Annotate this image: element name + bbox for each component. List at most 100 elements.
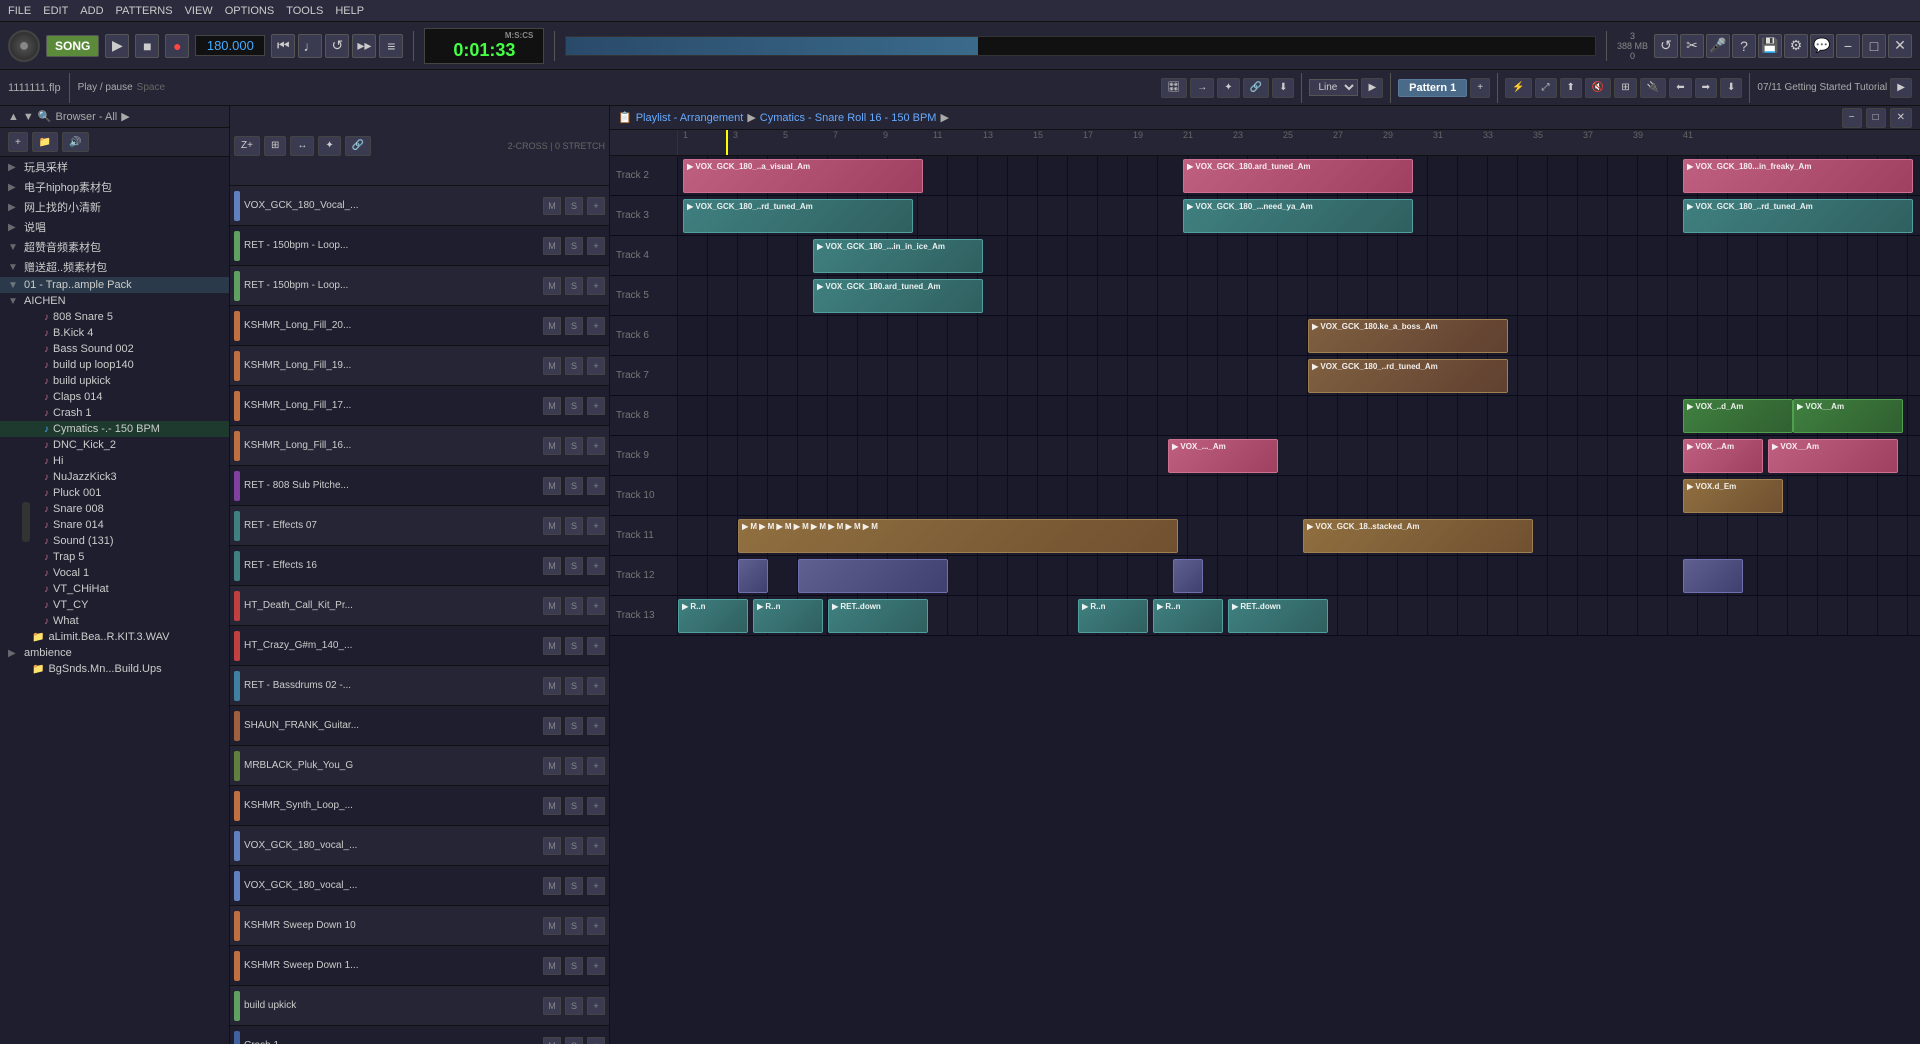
- track-solo-voxv2[interactable]: S: [565, 877, 583, 895]
- track-header-6[interactable]: KSHMR_Long_Fill_17... M S +: [230, 386, 609, 426]
- clip-small-4[interactable]: [1683, 559, 1743, 593]
- track-mute-4[interactable]: M: [543, 317, 561, 335]
- track-solo-voxv1[interactable]: S: [565, 837, 583, 855]
- clip-vox-boss[interactable]: ▶ VOX_GCK_180.ke_a_boss_Am: [1308, 319, 1508, 353]
- arr-track-clips-13[interactable]: ▶ R..n ▶ R..n ▶ RET..down ▶ R..n ▶ R..n: [678, 596, 1920, 635]
- track-header-shaun[interactable]: SHAUN_FRANK_Guitar... M S +: [230, 706, 609, 746]
- track-add-mrblack[interactable]: +: [587, 757, 605, 775]
- track-add-crash[interactable]: +: [587, 1037, 605, 1044]
- track-solo-kshmrsynth[interactable]: S: [565, 797, 583, 815]
- arr-track-clips-6[interactable]: ▶ VOX_GCK_180.ke_a_boss_Am: [678, 316, 1920, 355]
- track-header-ret16[interactable]: RET - Effects 16 M S +: [230, 546, 609, 586]
- cut-btn[interactable]: ✂: [1680, 34, 1704, 58]
- arr-track-clips-4[interactable]: ▶ VOX_GCK_180_...in_in_ice_Am: [678, 236, 1920, 275]
- menu-add[interactable]: ADD: [80, 5, 103, 17]
- chat-btn[interactable]: 💬: [1810, 34, 1834, 58]
- playlist-breadcrumb2[interactable]: Cymatics - Snare Roll 16 - 150 BPM: [760, 112, 937, 124]
- min-btn[interactable]: −: [1836, 34, 1860, 58]
- track-mute-6[interactable]: M: [543, 397, 561, 415]
- clip-ret-r4[interactable]: ▶ R..n: [1153, 599, 1223, 633]
- song-button[interactable]: SONG: [46, 35, 99, 57]
- track-header-7[interactable]: KSHMR_Long_Fill_16... M S +: [230, 426, 609, 466]
- track-header-mrblack[interactable]: MRBLACK_Pluk_You_G M S +: [230, 746, 609, 786]
- track-add-kshmrsynth[interactable]: +: [587, 797, 605, 815]
- track-mute-htdeath[interactable]: M: [543, 597, 561, 615]
- arr-track-clips-9[interactable]: ▶ VOX_..._Am ▶ VOX_..Am ▶ VOX__Am: [678, 436, 1920, 475]
- arr-track-clips-3[interactable]: ▶ VOX_GCK_180_..rd_tuned_Am ▶ VOX_GCK_18…: [678, 196, 1920, 235]
- track-mute-voxv2[interactable]: M: [543, 877, 561, 895]
- down-btn[interactable]: ⬇: [1720, 78, 1742, 98]
- sidebar-item-gift[interactable]: ▼ 赠送超..频素材包: [0, 257, 229, 277]
- track-mute-crash[interactable]: M: [543, 1037, 561, 1044]
- arr-x-btn[interactable]: ✕: [1890, 108, 1912, 128]
- arr-track-clips-11[interactable]: ▶ M ▶ M ▶ M ▶ M ▶ M ▶ M ▶ M ▶ M ▶ VOX_GC…: [678, 516, 1920, 555]
- step-btn[interactable]: ▸▸: [352, 34, 376, 58]
- tutorial-label[interactable]: 07/11 Getting Started Tutorial: [1757, 82, 1887, 93]
- track-header-2[interactable]: RET - 150bpm - Loop... M S +: [230, 226, 609, 266]
- sidebar-item-alimit[interactable]: 📁 aLimit.Bea..R.KIT.3.WAV: [0, 629, 229, 645]
- track-mute-mrblack[interactable]: M: [543, 757, 561, 775]
- sidebar-item-trap[interactable]: ▼ 01 - Trap..ample Pack: [0, 277, 229, 293]
- link-track-btn[interactable]: 🔗: [345, 136, 371, 156]
- sidebar-item-bass-sound[interactable]: ♪ Bass Sound 002: [0, 341, 229, 357]
- track-header-ret07[interactable]: RET - Effects 07 M S +: [230, 506, 609, 546]
- track-add-sweep1[interactable]: +: [587, 957, 605, 975]
- sidebar-arrow[interactable]: ▶: [121, 110, 129, 123]
- clip-vox-ard2[interactable]: ▶ VOX_GCK_180.ard_tuned_Am: [813, 279, 983, 313]
- export-btn[interactable]: ⬆: [1560, 78, 1582, 98]
- track-header-voxv2[interactable]: VOX_GCK_180_vocal_... M S +: [230, 866, 609, 906]
- clip-small-3[interactable]: [1173, 559, 1203, 593]
- clip-ret-r[interactable]: ▶ R..n: [678, 599, 748, 633]
- track-solo-htdeath[interactable]: S: [565, 597, 583, 615]
- line-arrow-btn[interactable]: ▶: [1361, 78, 1383, 98]
- resize-handle[interactable]: [22, 502, 30, 542]
- track-header-build[interactable]: build upkick M S +: [230, 986, 609, 1026]
- sidebar-nav-down[interactable]: ▼: [23, 111, 34, 123]
- tutorial-arrow[interactable]: ▶: [1890, 78, 1912, 98]
- track-mute-ret16[interactable]: M: [543, 557, 561, 575]
- playlist-breadcrumb1[interactable]: Playlist - Arrangement: [636, 112, 744, 124]
- track-solo-ret16[interactable]: S: [565, 557, 583, 575]
- record-button[interactable]: ●: [165, 34, 189, 58]
- mixer-btn[interactable]: 🎛: [1161, 78, 1188, 98]
- plugin-btn[interactable]: ⬇: [1272, 78, 1294, 98]
- restore-btn[interactable]: □: [1862, 34, 1886, 58]
- metronome-btn[interactable]: ♩: [298, 34, 322, 58]
- undo-btn[interactable]: ↺: [1654, 34, 1678, 58]
- track-header-retbass[interactable]: RET - Bassdrums 02 -... M S +: [230, 666, 609, 706]
- mic-btn[interactable]: 🎤: [1706, 34, 1730, 58]
- track-solo-shaun[interactable]: S: [565, 717, 583, 735]
- clip-small-1[interactable]: [738, 559, 768, 593]
- track-mute-5[interactable]: M: [543, 357, 561, 375]
- track-header-htcrazy[interactable]: HT_Crazy_G#m_140_... M S +: [230, 626, 609, 666]
- help-btn[interactable]: ?: [1732, 34, 1756, 58]
- sidebar-item-toys[interactable]: ▶ 玩具采样: [0, 157, 229, 177]
- clip-ret-r3[interactable]: ▶ R..n: [1078, 599, 1148, 633]
- track-solo-mrblack[interactable]: S: [565, 757, 583, 775]
- clip-ret-r2[interactable]: ▶ R..n: [753, 599, 823, 633]
- track-add-sweep10[interactable]: +: [587, 917, 605, 935]
- track-add-build[interactable]: +: [587, 997, 605, 1015]
- track-add-7[interactable]: +: [587, 437, 605, 455]
- stretch-btn[interactable]: ↔: [290, 136, 314, 156]
- track-mute-1[interactable]: M: [543, 197, 561, 215]
- close-btn[interactable]: ✕: [1888, 34, 1912, 58]
- sidebar-item-claps[interactable]: ♪ Claps 014: [0, 389, 229, 405]
- pattern-button[interactable]: Pattern 1: [1398, 79, 1467, 97]
- clip-vox-am2[interactable]: ▶ VOX_..._Am: [1168, 439, 1278, 473]
- clip-vox-rd[interactable]: ▶ VOX_GCK_180_..rd_tuned_Am: [683, 199, 913, 233]
- sidebar-item-aichen[interactable]: ▼ AICHEN: [0, 293, 229, 309]
- track-solo-retbass[interactable]: S: [565, 677, 583, 695]
- track-add-retbass[interactable]: +: [587, 677, 605, 695]
- sidebar-item-bgsnds[interactable]: 📁 BgSnds.Mn...Build.Ups: [0, 661, 229, 677]
- snap-track-btn[interactable]: ✦: [318, 136, 340, 156]
- sidebar-item-what[interactable]: ♪ What: [0, 613, 229, 629]
- playlist-btn[interactable]: ≡: [379, 34, 403, 58]
- mix-btn[interactable]: ⤢: [1535, 78, 1557, 98]
- menu-tools[interactable]: TOOLS: [286, 5, 323, 17]
- track-solo-3[interactable]: S: [565, 277, 583, 295]
- sidebar-item-808snare[interactable]: ♪ 808 Snare 5: [0, 309, 229, 325]
- sidebar-item-vtchihat[interactable]: ♪ VT_CHiHat: [0, 581, 229, 597]
- settings-btn[interactable]: ⚙: [1784, 34, 1808, 58]
- menu-patterns[interactable]: PATTERNS: [116, 5, 173, 17]
